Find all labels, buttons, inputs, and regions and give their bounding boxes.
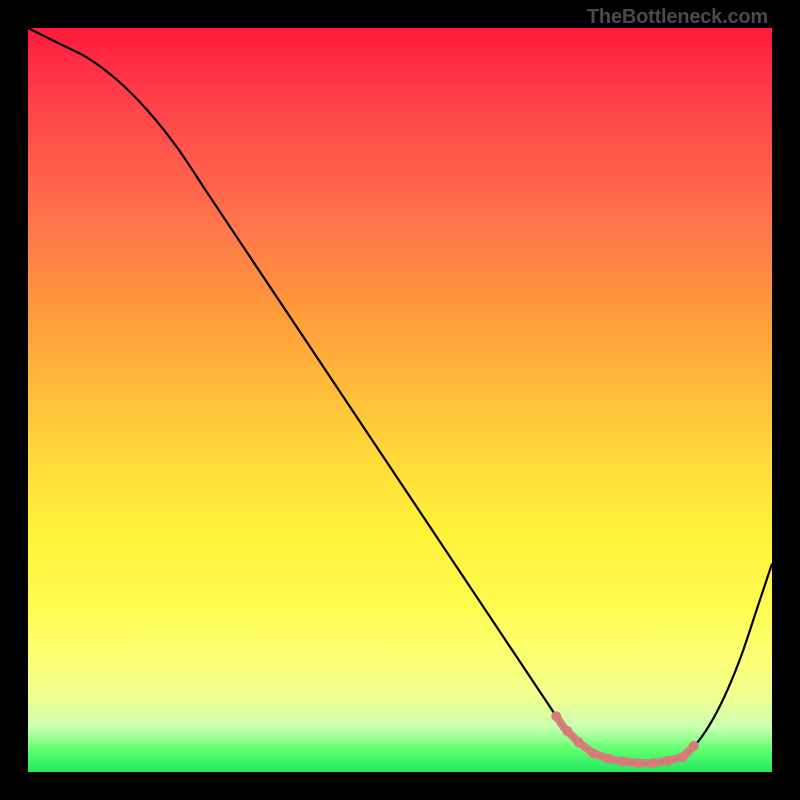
plot-area bbox=[28, 28, 772, 772]
optimal-range-marker bbox=[618, 757, 628, 767]
optimal-range-marker bbox=[633, 758, 643, 768]
optimal-range-marker bbox=[551, 711, 561, 721]
optimal-range-marker bbox=[663, 756, 673, 766]
optimal-range-marker bbox=[603, 754, 613, 764]
optimal-range-marker bbox=[689, 741, 699, 751]
optimal-range-marker bbox=[588, 748, 598, 758]
optimal-range-marker bbox=[678, 752, 688, 762]
curve-layer bbox=[28, 28, 772, 772]
chart-canvas: TheBottleneck.com bbox=[0, 0, 800, 800]
optimal-range-marker bbox=[574, 737, 584, 747]
watermark-text: TheBottleneck.com bbox=[587, 6, 768, 29]
bottleneck-curve bbox=[28, 28, 772, 763]
optimal-range-marker bbox=[562, 726, 572, 736]
optimal-range-marker bbox=[648, 758, 658, 768]
